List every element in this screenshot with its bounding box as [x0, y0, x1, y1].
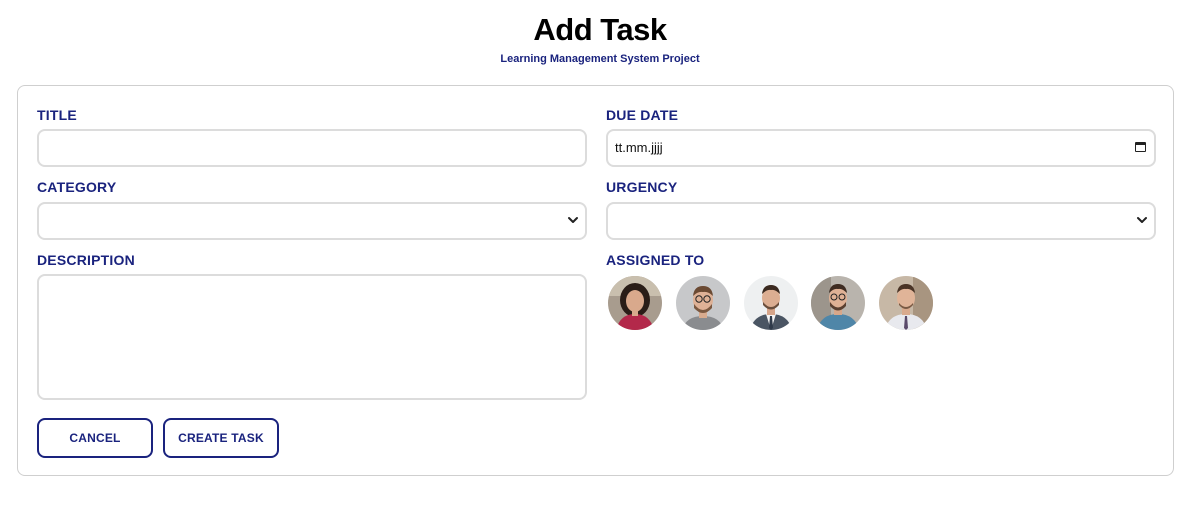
chevron-down-icon — [1137, 217, 1147, 223]
assignee-avatar-5[interactable] — [879, 276, 933, 330]
assignee-avatar-4[interactable] — [811, 276, 865, 330]
avatar-man-shirt-tie — [879, 276, 933, 330]
assignee-avatar-1[interactable] — [608, 276, 662, 330]
title-label: TITLE — [37, 107, 77, 123]
due-date-value: tt.mm.jjjj — [615, 140, 663, 155]
assignee-avatar-3[interactable] — [744, 276, 798, 330]
assignee-avatar-2[interactable] — [676, 276, 730, 330]
avatar-man-suit — [744, 276, 798, 330]
avatar-man-glasses-beard — [811, 276, 865, 330]
avatar-man-glasses — [676, 276, 730, 330]
create-task-button[interactable]: CREATE TASK — [163, 418, 279, 458]
category-select[interactable] — [37, 202, 587, 240]
title-input[interactable] — [37, 129, 587, 167]
urgency-label: URGENCY — [606, 179, 678, 195]
urgency-select[interactable] — [606, 202, 1156, 240]
category-label: CATEGORY — [37, 179, 117, 195]
avatar-woman-dark-hair — [608, 276, 662, 330]
calendar-icon[interactable] — [1135, 142, 1146, 152]
assigned-to-label: ASSIGNED TO — [606, 252, 705, 268]
description-label: DESCRIPTION — [37, 252, 135, 268]
chevron-down-icon — [568, 217, 578, 223]
page-subtitle: Learning Management System Project — [500, 53, 700, 65]
cancel-button[interactable]: CANCEL — [37, 418, 153, 458]
due-date-input[interactable]: tt.mm.jjjj — [606, 129, 1156, 167]
page-title: Add Task — [533, 12, 667, 47]
description-textarea[interactable] — [37, 274, 587, 400]
due-date-label: DUE DATE — [606, 107, 679, 123]
